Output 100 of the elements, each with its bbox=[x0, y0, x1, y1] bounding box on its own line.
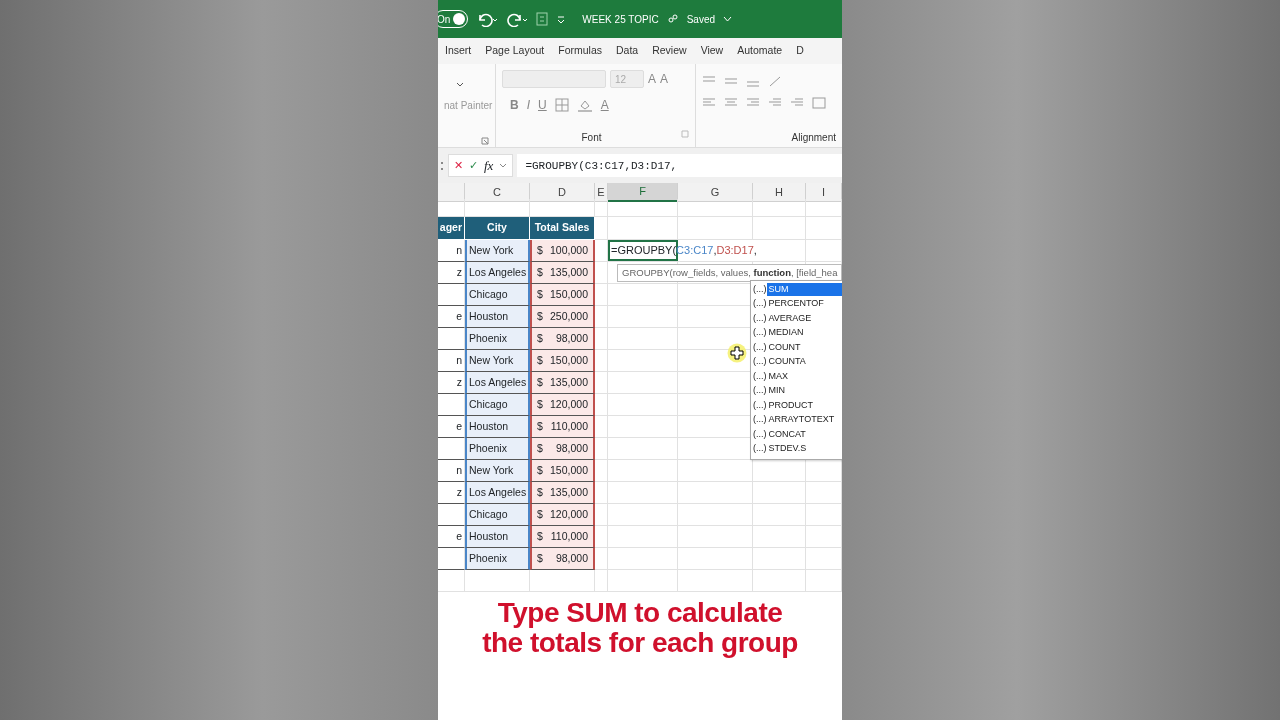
grid-cell[interactable] bbox=[608, 284, 678, 306]
cancel-button[interactable]: ✕ bbox=[454, 157, 463, 174]
grid-cell[interactable] bbox=[595, 284, 608, 306]
column-header[interactable]: E bbox=[595, 183, 608, 202]
group-label: Alignment bbox=[790, 131, 836, 145]
grid-cell[interactable] bbox=[595, 482, 608, 504]
dialog-launcher-icon[interactable] bbox=[481, 137, 489, 145]
ribbon-tab[interactable]: Review bbox=[645, 43, 694, 59]
merge-icon[interactable] bbox=[812, 96, 826, 110]
grid-cell[interactable] bbox=[608, 306, 678, 328]
grid-cell[interactable] bbox=[753, 570, 806, 592]
grid-cell[interactable] bbox=[595, 199, 608, 217]
grid-cell[interactable] bbox=[608, 548, 678, 570]
grid-cell[interactable] bbox=[608, 328, 678, 350]
grid-cell[interactable] bbox=[595, 306, 608, 328]
ribbon-tab[interactable]: Automate bbox=[730, 43, 790, 59]
grid-cell[interactable] bbox=[753, 548, 806, 570]
grid-cell[interactable] bbox=[595, 526, 608, 548]
grid-cell[interactable] bbox=[678, 199, 753, 217]
insert-function-button[interactable]: fx bbox=[484, 155, 494, 176]
grid-cell[interactable] bbox=[438, 570, 465, 592]
ribbon-tab[interactable]: Insert bbox=[438, 43, 479, 59]
grid-cell[interactable] bbox=[678, 548, 753, 570]
column-header[interactable]: D bbox=[530, 183, 595, 202]
currency-symbol: $ bbox=[537, 528, 543, 544]
grid-cell[interactable] bbox=[595, 262, 608, 284]
grid-cell[interactable] bbox=[595, 504, 608, 526]
dialog-launcher-icon[interactable] bbox=[681, 130, 689, 138]
ribbon-tab[interactable]: Formulas bbox=[551, 43, 609, 59]
grid-cell[interactable] bbox=[608, 372, 678, 394]
autocomplete-item[interactable]: (...) COUNT bbox=[753, 340, 842, 355]
grid-cell[interactable] bbox=[608, 416, 678, 438]
grid-cell[interactable] bbox=[595, 394, 608, 416]
save-status[interactable]: Saved bbox=[686, 11, 716, 27]
caret-icon[interactable] bbox=[499, 162, 508, 169]
grid-cell[interactable] bbox=[595, 438, 608, 460]
customize-icon[interactable] bbox=[556, 14, 567, 24]
grid-cell[interactable] bbox=[595, 460, 608, 482]
grid-cell[interactable] bbox=[753, 240, 806, 262]
font-color-button[interactable]: A bbox=[600, 96, 609, 114]
ribbon-tab[interactable]: Data bbox=[609, 43, 646, 59]
borders-icon[interactable] bbox=[554, 98, 569, 112]
grid-cell[interactable] bbox=[595, 548, 608, 570]
redo-icon[interactable] bbox=[506, 11, 529, 27]
table-cell: Los Angeles bbox=[465, 262, 530, 284]
grid-cell[interactable] bbox=[465, 570, 530, 592]
grid-cell[interactable] bbox=[753, 217, 806, 240]
font-style-button[interactable]: I bbox=[526, 96, 530, 114]
column-header[interactable]: G bbox=[678, 183, 753, 202]
grid-cell[interactable] bbox=[608, 482, 678, 504]
ribbon-tab[interactable]: D bbox=[789, 43, 811, 59]
grid-cell[interactable] bbox=[608, 394, 678, 416]
undo-icon[interactable] bbox=[476, 11, 499, 27]
grid-cell[interactable] bbox=[678, 526, 753, 548]
grid-cell[interactable] bbox=[595, 416, 608, 438]
font-name-dropdown[interactable] bbox=[502, 70, 606, 88]
caret-icon[interactable] bbox=[456, 82, 464, 88]
column-header[interactable]: F bbox=[608, 183, 678, 202]
fill-color-icon[interactable] bbox=[576, 98, 593, 112]
grid-cell[interactable] bbox=[753, 526, 806, 548]
grid-cell[interactable] bbox=[595, 372, 608, 394]
ribbon-tab[interactable]: Page Layout bbox=[478, 43, 552, 59]
autocomplete-item[interactable]: (...) MAX bbox=[753, 369, 842, 384]
grid-cell[interactable] bbox=[678, 482, 753, 504]
formula-input[interactable]: =GROUPBY(C3:C17,D3:D17, bbox=[517, 154, 842, 177]
grid-cell[interactable] bbox=[608, 438, 678, 460]
autocomplete-item[interactable]: (...) MEDIAN bbox=[753, 325, 842, 340]
grid-cell[interactable] bbox=[608, 350, 678, 372]
grid-cell[interactable] bbox=[678, 570, 753, 592]
autocomplete-item[interactable]: (...) AVERAGE bbox=[753, 311, 842, 326]
autocomplete-item[interactable]: (...) CONCAT bbox=[753, 427, 842, 442]
autocomplete-item[interactable]: (...) ARRAYTOTEXT bbox=[753, 412, 842, 427]
grid-cell[interactable] bbox=[678, 504, 753, 526]
column-header[interactable]: I bbox=[806, 183, 842, 202]
ribbon-tab[interactable]: View bbox=[693, 43, 731, 59]
grid-cell[interactable] bbox=[608, 504, 678, 526]
column-header[interactable]: H bbox=[753, 183, 806, 202]
grid-cell[interactable] bbox=[608, 199, 678, 217]
column-header[interactable]: C bbox=[465, 183, 530, 202]
form-icon[interactable] bbox=[536, 12, 549, 26]
grid-cell[interactable] bbox=[753, 199, 806, 217]
grid-cell[interactable] bbox=[753, 504, 806, 526]
grid-cell[interactable] bbox=[753, 482, 806, 504]
grid-cell[interactable] bbox=[608, 460, 678, 482]
grid-cell[interactable] bbox=[595, 570, 608, 592]
autocomplete-item[interactable]: (...) COUNTA bbox=[753, 354, 842, 369]
grid-cell[interactable] bbox=[608, 570, 678, 592]
autocomplete-item[interactable]: (...) MIN bbox=[753, 383, 842, 398]
grid-cell[interactable] bbox=[608, 526, 678, 548]
person-icon bbox=[666, 13, 679, 25]
grid-cell[interactable] bbox=[595, 328, 608, 350]
autocomplete-item[interactable]: (...) PERCENTOF bbox=[753, 296, 842, 311]
corner-cell[interactable] bbox=[438, 183, 465, 202]
autocomplete-item[interactable]: (...) PRODUCT bbox=[753, 398, 842, 413]
autocomplete-item[interactable]: (...) STDEV.S bbox=[753, 441, 842, 456]
grid-cell[interactable] bbox=[530, 570, 595, 592]
enter-button[interactable]: ✓ bbox=[469, 157, 478, 174]
grid-cell[interactable] bbox=[595, 350, 608, 372]
grid-cell[interactable] bbox=[678, 460, 753, 482]
grid-cell[interactable] bbox=[595, 217, 608, 240]
